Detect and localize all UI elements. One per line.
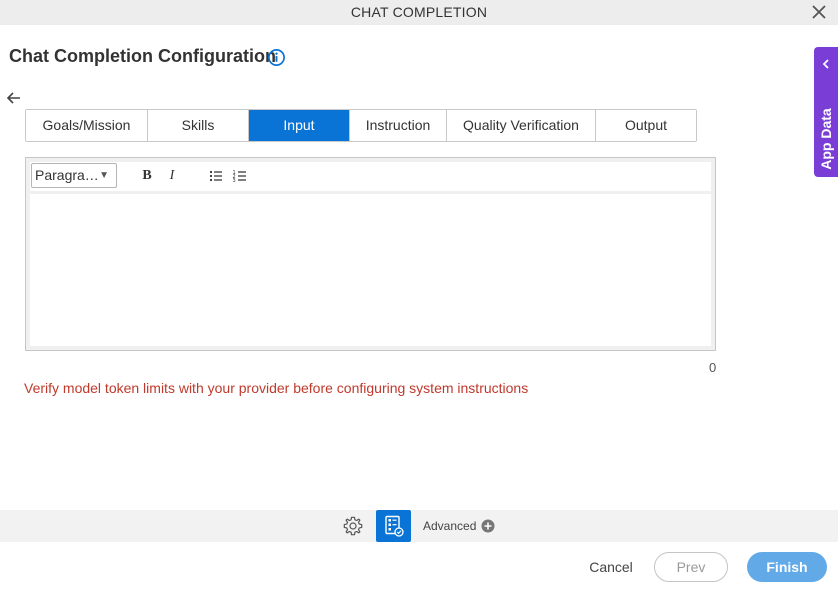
app-data-label: App Data	[818, 108, 834, 170]
tab-input[interactable]: Input	[249, 110, 350, 141]
info-icon[interactable]	[267, 48, 286, 67]
italic-button[interactable]: I	[163, 167, 181, 185]
prev-button[interactable]: Prev	[654, 552, 728, 582]
tab-instruction[interactable]: Instruction	[350, 110, 447, 141]
advanced-link[interactable]: Advanced	[423, 519, 476, 533]
gear-icon[interactable]	[342, 515, 364, 537]
window-title: CHAT COMPLETION	[350, 4, 488, 20]
numbered-list-icon[interactable]: 1 2 3	[231, 167, 249, 185]
back-arrow-icon[interactable]	[6, 91, 22, 105]
chevron-left-icon	[822, 59, 829, 69]
finish-button[interactable]: Finish	[747, 552, 827, 582]
bulleted-list-icon[interactable]	[207, 167, 225, 185]
tab-goals-mission[interactable]: Goals/Mission	[26, 110, 148, 141]
tab-bar: Goals/Mission Skills Input Instruction Q…	[25, 109, 697, 142]
bold-button[interactable]: B	[138, 167, 156, 185]
rich-text-editor: Paragra… ▼ B I 1 2 3	[25, 157, 716, 351]
tab-skills[interactable]: Skills	[148, 110, 249, 141]
close-icon[interactable]	[810, 3, 828, 21]
footer-toolbar: Advanced	[0, 510, 838, 542]
editor-content-area[interactable]	[30, 194, 711, 346]
form-checklist-button[interactable]	[376, 510, 411, 542]
tab-output[interactable]: Output	[596, 110, 696, 141]
plus-circle-icon[interactable]	[481, 519, 495, 533]
paragraph-format-value: Paragra…	[35, 167, 99, 183]
page-title: Chat Completion Configuration	[9, 46, 276, 66]
editor-toolbar: Paragra… ▼ B I 1 2 3	[30, 162, 711, 191]
tab-quality-verification[interactable]: Quality Verification	[447, 110, 596, 141]
paragraph-format-select[interactable]: Paragra… ▼	[31, 163, 117, 188]
token-limit-warning: Verify model token limits with your prov…	[24, 380, 529, 396]
form-checklist-icon	[385, 515, 404, 537]
svg-text:3: 3	[233, 178, 236, 184]
chevron-down-icon: ▼	[99, 170, 109, 181]
cancel-button[interactable]: Cancel	[580, 552, 642, 582]
app-data-panel-toggle[interactable]: App Data	[814, 47, 838, 177]
character-count: 0	[709, 360, 717, 375]
title-bar: CHAT COMPLETION	[0, 0, 838, 25]
